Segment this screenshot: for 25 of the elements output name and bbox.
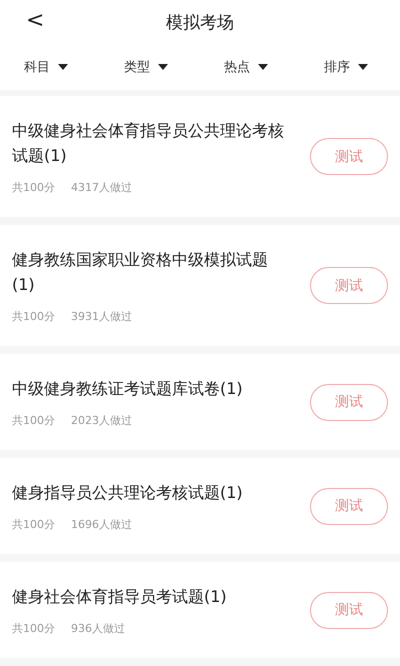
exam-title: 健身教练国家职业资格中级模拟试题(1) [12, 249, 269, 296]
filter-dropdown[interactable]: 热点 [200, 58, 300, 76]
caret-icon [258, 64, 268, 70]
exam-score: 共100分 [12, 517, 55, 532]
exam-title: 中级健身教练证考试题库试卷(1) [12, 378, 244, 400]
filter-dropdown[interactable]: 排序 [300, 58, 400, 76]
exam-score: 共100分 [12, 413, 55, 428]
filter-dropdown[interactable]: 科目 [0, 58, 100, 76]
exam-title: 健身社会体育指导员考试题(1) [12, 586, 228, 608]
caret-icon [358, 64, 368, 70]
taken-count: 936人做过 [71, 621, 125, 636]
taken-count: 2023人做过 [71, 413, 132, 428]
exam-score: 共100分 [12, 309, 55, 324]
taken-count: 1696人做过 [71, 517, 132, 532]
exam-title: 健身指导员公共理论考核试题(1) [12, 482, 244, 504]
back-button[interactable]: < [20, 8, 50, 33]
exam-score: 共100分 [12, 180, 55, 195]
taken-count: 3931人做过 [71, 309, 132, 324]
exam-title: 中级健身社会体育指导员公共理论考核试题(1) [12, 120, 285, 167]
filter-dropdown[interactable]: 类型 [100, 58, 200, 76]
page-title: 模拟考场 [166, 12, 234, 34]
taken-count: 4317人做过 [71, 180, 132, 195]
caret-icon [58, 64, 68, 70]
caret-icon [158, 64, 168, 70]
exam-score: 共100分 [12, 621, 55, 636]
